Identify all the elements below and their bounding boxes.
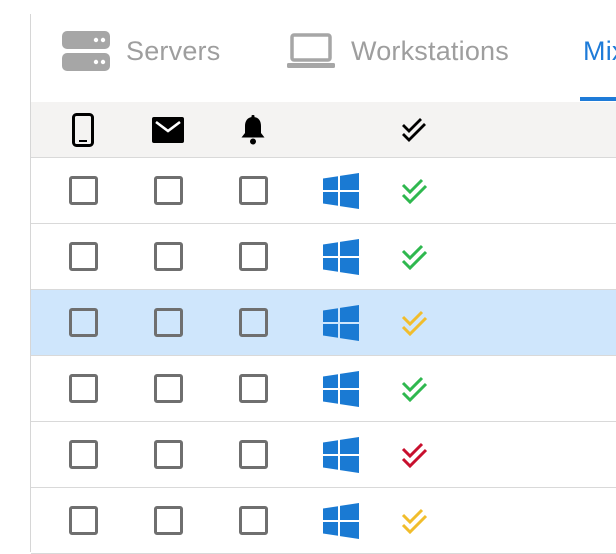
email-checkbox[interactable] [153, 374, 183, 403]
row-cell-notifications [233, 224, 273, 289]
mobile-checkbox[interactable] [68, 440, 98, 469]
active-tab-indicator [580, 97, 616, 101]
table-row[interactable] [31, 356, 616, 422]
status-ok-icon [401, 178, 429, 204]
mobile-phone-icon [72, 112, 94, 147]
mail-icon [152, 116, 184, 143]
table-row[interactable] [31, 290, 616, 356]
notification-checkbox[interactable] [238, 374, 268, 403]
row-cell-status [395, 158, 435, 223]
row-cell-email [148, 158, 188, 223]
row-cell-email [148, 290, 188, 355]
status-warning-icon [401, 508, 429, 534]
notification-checkbox[interactable] [238, 242, 268, 271]
windows-icon [323, 238, 359, 275]
mobile-checkbox[interactable] [68, 374, 98, 403]
row-cell-mobile [63, 356, 103, 421]
windows-icon [323, 436, 359, 473]
laptop-icon [287, 33, 335, 69]
status-ok-icon [401, 376, 429, 402]
header-mobile[interactable] [63, 102, 103, 157]
row-cell-status [395, 488, 435, 553]
tab-bar: Servers Workstations Mix [31, 0, 616, 102]
windows-icon [323, 172, 359, 209]
row-cell-status [395, 356, 435, 421]
email-checkbox[interactable] [153, 176, 183, 205]
notification-checkbox[interactable] [238, 506, 268, 535]
table-row[interactable] [31, 158, 616, 224]
row-cell-os [321, 290, 361, 355]
row-cell-mobile [63, 224, 103, 289]
mobile-checkbox[interactable] [68, 506, 98, 535]
row-cell-notifications [233, 488, 273, 553]
row-cell-os [321, 488, 361, 553]
windows-icon [323, 304, 359, 341]
bell-icon [240, 114, 266, 145]
table-row[interactable] [31, 488, 616, 554]
header-notifications[interactable] [233, 102, 273, 157]
server-icon [62, 31, 110, 71]
notification-checkbox[interactable] [238, 176, 268, 205]
status-warning-icon [401, 310, 429, 336]
row-cell-notifications [233, 422, 273, 487]
tab-mix[interactable]: Mix [551, 0, 616, 102]
row-cell-notifications [233, 158, 273, 223]
row-cell-mobile [63, 488, 103, 553]
table-row[interactable] [31, 422, 616, 488]
row-cell-status [395, 224, 435, 289]
row-cell-mobile [63, 290, 103, 355]
windows-icon [323, 502, 359, 539]
header-status[interactable] [395, 102, 435, 157]
email-checkbox[interactable] [153, 440, 183, 469]
row-cell-os [321, 224, 361, 289]
row-cell-os [321, 158, 361, 223]
row-cell-notifications [233, 290, 273, 355]
mobile-checkbox[interactable] [68, 242, 98, 271]
tab-workstations-label: Workstations [351, 35, 509, 66]
mobile-checkbox[interactable] [68, 176, 98, 205]
tab-mix-label: Mix [583, 35, 616, 66]
email-checkbox[interactable] [153, 506, 183, 535]
double-check-icon [401, 117, 429, 142]
row-cell-email [148, 224, 188, 289]
table-body [31, 158, 616, 554]
tab-servers[interactable]: Servers [31, 0, 220, 102]
row-cell-email [148, 488, 188, 553]
row-cell-notifications [233, 356, 273, 421]
notification-checkbox[interactable] [238, 440, 268, 469]
row-cell-os [321, 422, 361, 487]
status-ok-icon [401, 244, 429, 270]
email-checkbox[interactable] [153, 242, 183, 271]
mobile-checkbox[interactable] [68, 308, 98, 337]
table-header [31, 102, 616, 158]
row-cell-email [148, 422, 188, 487]
row-cell-email [148, 356, 188, 421]
row-cell-status [395, 422, 435, 487]
row-cell-mobile [63, 422, 103, 487]
notification-checkbox[interactable] [238, 308, 268, 337]
header-email[interactable] [148, 102, 188, 157]
row-cell-os [321, 356, 361, 421]
device-table [31, 102, 616, 554]
tab-servers-label: Servers [126, 35, 221, 66]
email-checkbox[interactable] [153, 308, 183, 337]
row-cell-mobile [63, 158, 103, 223]
windows-icon [323, 370, 359, 407]
table-row[interactable] [31, 224, 616, 290]
status-error-icon [401, 442, 429, 468]
tab-workstations[interactable]: Workstations [255, 0, 509, 102]
row-cell-status [395, 290, 435, 355]
